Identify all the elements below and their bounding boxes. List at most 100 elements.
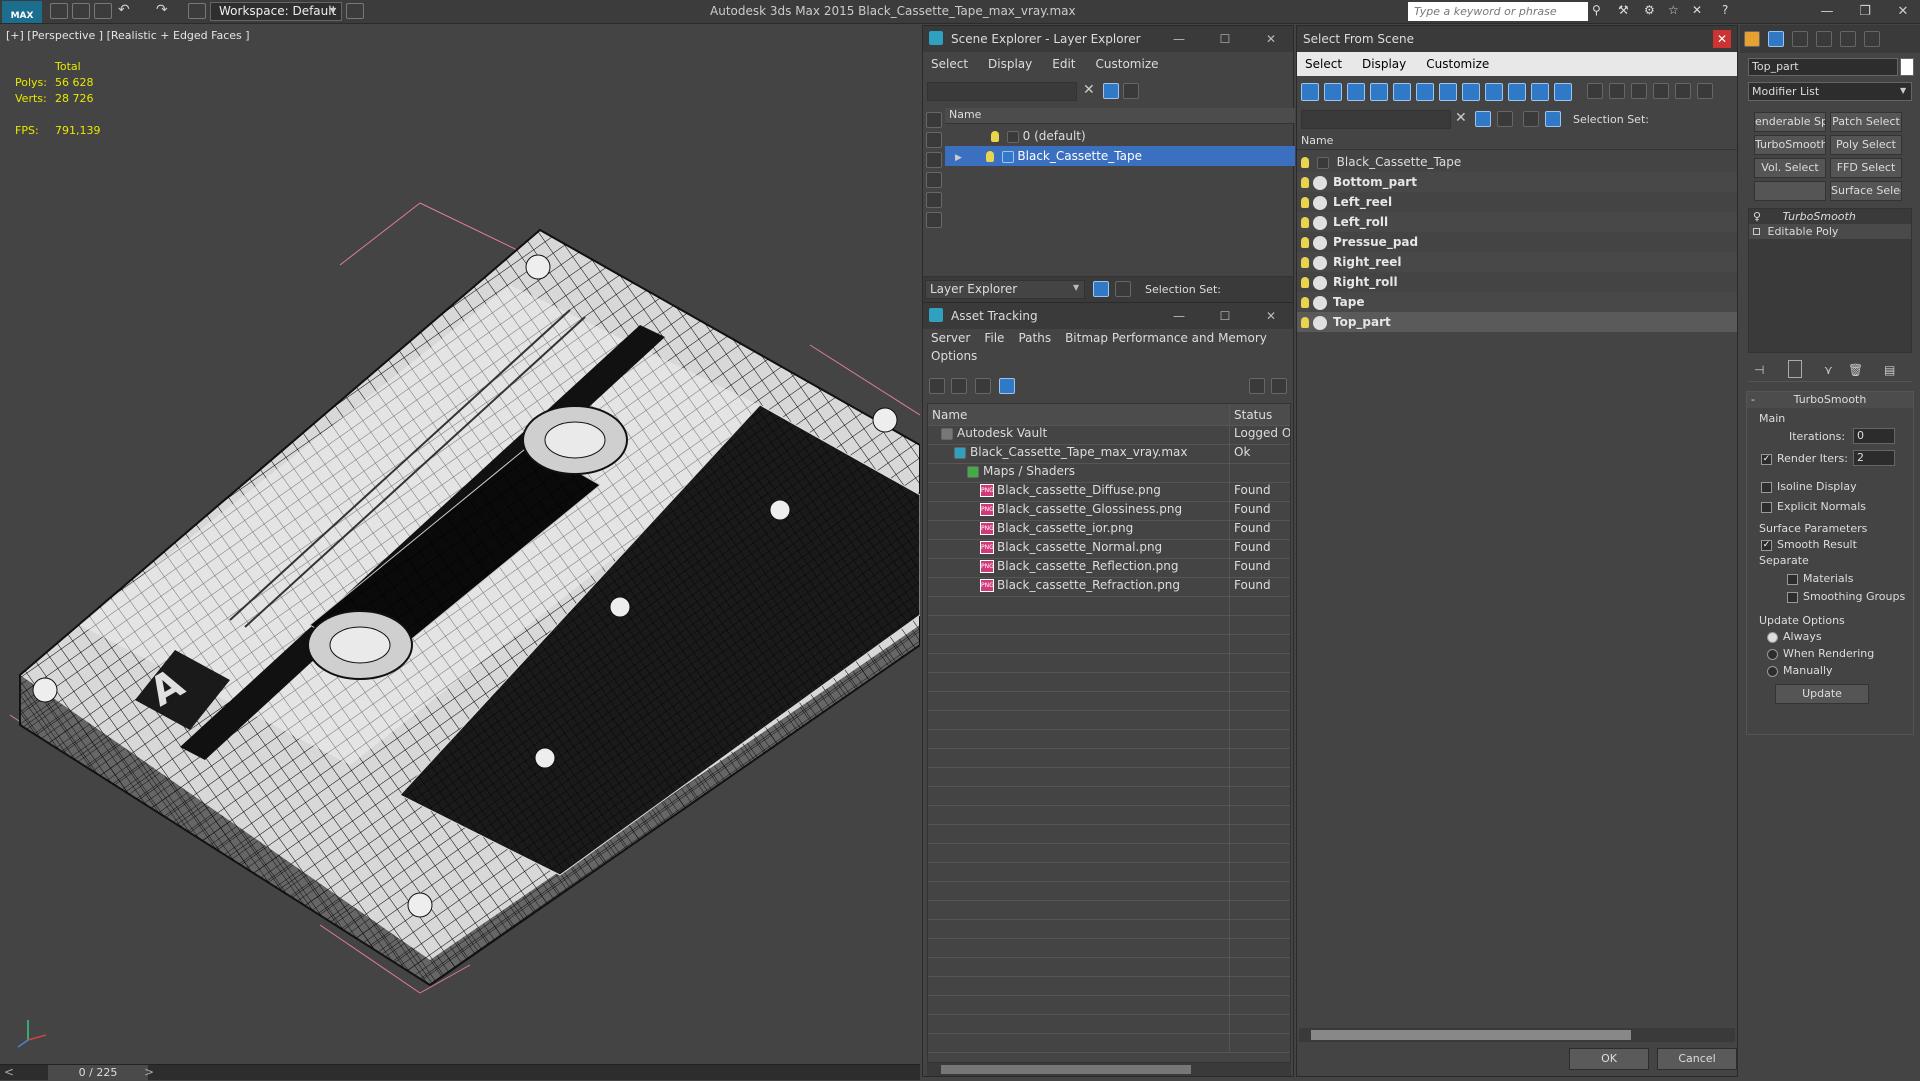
modifier-list-dropdown[interactable]: Modifier List xyxy=(1748,82,1912,101)
when-rendering-radio[interactable] xyxy=(1767,648,1778,660)
vol-select-button[interactable]: Vol. Select xyxy=(1754,158,1826,178)
explicit-normals-row[interactable]: Explicit Normals xyxy=(1761,500,1866,513)
render-iters-spinner[interactable]: 2 xyxy=(1853,450,1895,466)
bulb-icon[interactable] xyxy=(1301,277,1309,288)
iterations-spinner[interactable]: 0 xyxy=(1853,428,1895,444)
list-view-icon[interactable] xyxy=(951,378,967,394)
filter-type-icon[interactable] xyxy=(1370,83,1388,101)
refresh-icon[interactable] xyxy=(929,378,945,394)
list-option-icon[interactable] xyxy=(1653,83,1669,99)
bulb-icon[interactable] xyxy=(991,131,999,142)
filter-type-icon[interactable] xyxy=(1324,83,1342,101)
filter-type-icon[interactable] xyxy=(1485,83,1503,101)
render-iters-row[interactable]: ✓ Render Iters: xyxy=(1761,452,1848,465)
object-name-field[interactable]: Top_part xyxy=(1748,58,1898,76)
bulb-icon[interactable] xyxy=(985,151,994,162)
display-geometry-icon[interactable] xyxy=(926,172,942,188)
smooth-result-row[interactable]: ✓ Smooth Result xyxy=(1761,538,1857,551)
asset-row[interactable]: PNG Black_cassette_Normal.png Found xyxy=(928,540,1290,559)
menu-options[interactable]: Options xyxy=(931,349,977,363)
timeline-next-icon[interactable]: > xyxy=(144,1065,154,1079)
menu-select[interactable]: Select xyxy=(931,57,968,71)
project-folder-icon[interactable] xyxy=(188,3,206,19)
app-logo[interactable]: MAX xyxy=(2,1,42,23)
object-row[interactable]: Bottom_part xyxy=(1297,172,1737,192)
maximize-button[interactable]: ❐ xyxy=(1850,2,1880,22)
object-row[interactable]: Right_reel xyxy=(1297,252,1737,272)
search-input[interactable]: Type a keyword or phrase xyxy=(1408,2,1588,21)
exchange-icon[interactable]: ✕ xyxy=(1692,3,1710,19)
hierarchy-tab-icon[interactable] xyxy=(1792,31,1808,47)
create-tab-icon[interactable] xyxy=(1744,31,1760,47)
minimize-icon[interactable]: — xyxy=(1167,303,1191,329)
asset-row[interactable]: PNG Black_cassette_Diffuse.png Found xyxy=(928,483,1290,502)
display-invert-icon[interactable] xyxy=(926,152,942,168)
open-file-icon[interactable] xyxy=(72,3,90,19)
object-row[interactable]: Right_roll xyxy=(1297,272,1737,292)
column-name[interactable]: Name xyxy=(928,404,1230,425)
renderable-spline-button[interactable]: enderable Spli xyxy=(1754,112,1826,132)
help-icon[interactable]: ? xyxy=(1722,3,1740,19)
table-view-icon[interactable] xyxy=(999,378,1015,394)
menu-display[interactable]: Display xyxy=(1362,57,1406,71)
when-rendering-row[interactable]: When Rendering xyxy=(1767,647,1874,660)
scene-explorer-column-name[interactable]: Name xyxy=(945,108,1295,124)
filter-type-icon[interactable] xyxy=(1531,83,1549,101)
workspace-dropdown[interactable]: Workspace: Default xyxy=(210,2,342,21)
stack-item-turbosmooth[interactable]: ♀ TurboSmooth xyxy=(1749,209,1911,224)
object-row[interactable]: Top_part xyxy=(1297,312,1737,332)
always-row[interactable]: Always xyxy=(1767,630,1822,643)
isoline-checkbox[interactable] xyxy=(1761,481,1772,493)
select-horizontal-scrollbar[interactable] xyxy=(1299,1028,1735,1042)
menu-server[interactable]: Server xyxy=(931,331,970,345)
menu-icon[interactable] xyxy=(346,3,364,19)
list-option-icon[interactable] xyxy=(1697,83,1713,99)
filter-type-icon[interactable] xyxy=(1347,83,1365,101)
filter-type-icon[interactable] xyxy=(1508,83,1526,101)
menu-file[interactable]: File xyxy=(984,331,1004,345)
scene-explorer-titlebar[interactable]: Scene Explorer - Layer Explorer — ☐ ✕ xyxy=(923,26,1293,52)
manually-radio[interactable] xyxy=(1767,665,1778,677)
new-file-icon[interactable] xyxy=(50,3,68,19)
ffd-select-button[interactable]: FFD Select xyxy=(1830,158,1902,178)
close-icon[interactable]: ✕ xyxy=(1259,26,1283,52)
sort-by-layer-icon[interactable] xyxy=(1523,111,1539,127)
collapse-icon[interactable]: - xyxy=(1751,392,1755,408)
menu-customize[interactable]: Customize xyxy=(1426,57,1489,71)
smooth-result-checkbox[interactable]: ✓ xyxy=(1761,539,1772,551)
time-slider-frame[interactable]: 0 / 225 xyxy=(48,1065,148,1081)
tools-icon[interactable]: ⚒ xyxy=(1618,3,1636,19)
maximize-icon[interactable]: ☐ xyxy=(1213,303,1237,329)
explicit-normals-checkbox[interactable] xyxy=(1761,501,1772,513)
asset-row[interactable]: Maps / Shaders xyxy=(928,464,1290,483)
display-lights-icon[interactable] xyxy=(926,192,942,208)
remove-modifier-icon[interactable]: 🗑 xyxy=(1848,363,1863,377)
subscription-icon[interactable]: ⚙ xyxy=(1644,3,1662,19)
binoculars-icon[interactable]: ⚲ xyxy=(1592,3,1610,19)
maximize-icon[interactable]: ☐ xyxy=(1213,26,1237,52)
filter-icon[interactable] xyxy=(1103,83,1119,99)
motion-tab-icon[interactable] xyxy=(1816,31,1832,47)
menu-paths[interactable]: Paths xyxy=(1018,331,1051,345)
asset-row[interactable]: PNG Black_cassette_Reflection.png Found xyxy=(928,559,1290,578)
list-option-icon[interactable] xyxy=(1675,83,1691,99)
object-color-swatch[interactable] xyxy=(1900,58,1914,76)
filter-type-icon[interactable] xyxy=(1462,83,1480,101)
smoothing-groups-checkbox[interactable] xyxy=(1787,591,1798,603)
show-end-result-icon[interactable] xyxy=(1788,360,1802,378)
menu-bitmap-performance[interactable]: Bitmap Performance and Memory xyxy=(1065,331,1267,345)
configure-sets-icon[interactable]: ▤ xyxy=(1884,363,1895,377)
sort-by-layer-icon[interactable] xyxy=(1093,281,1109,297)
undo-icon[interactable]: ↶ xyxy=(118,3,136,19)
rollout-title[interactable]: - TurboSmooth xyxy=(1747,392,1913,408)
stack-item-editable-poly[interactable]: Editable Poly xyxy=(1749,224,1911,239)
empty-modifier-button[interactable] xyxy=(1754,181,1826,201)
filter-type-icon[interactable] xyxy=(1301,83,1319,101)
save-file-icon[interactable] xyxy=(94,3,112,19)
list-option-icon[interactable] xyxy=(1631,83,1647,99)
minimize-button[interactable]: — xyxy=(1812,2,1842,22)
bulb-icon[interactable] xyxy=(1301,157,1309,168)
asset-row[interactable]: PNG Black_cassette_Glossiness.png Found xyxy=(928,502,1290,521)
asset-row[interactable]: Autodesk Vault Logged Ou xyxy=(928,426,1290,445)
close-icon[interactable]: ✕ xyxy=(1259,303,1283,329)
